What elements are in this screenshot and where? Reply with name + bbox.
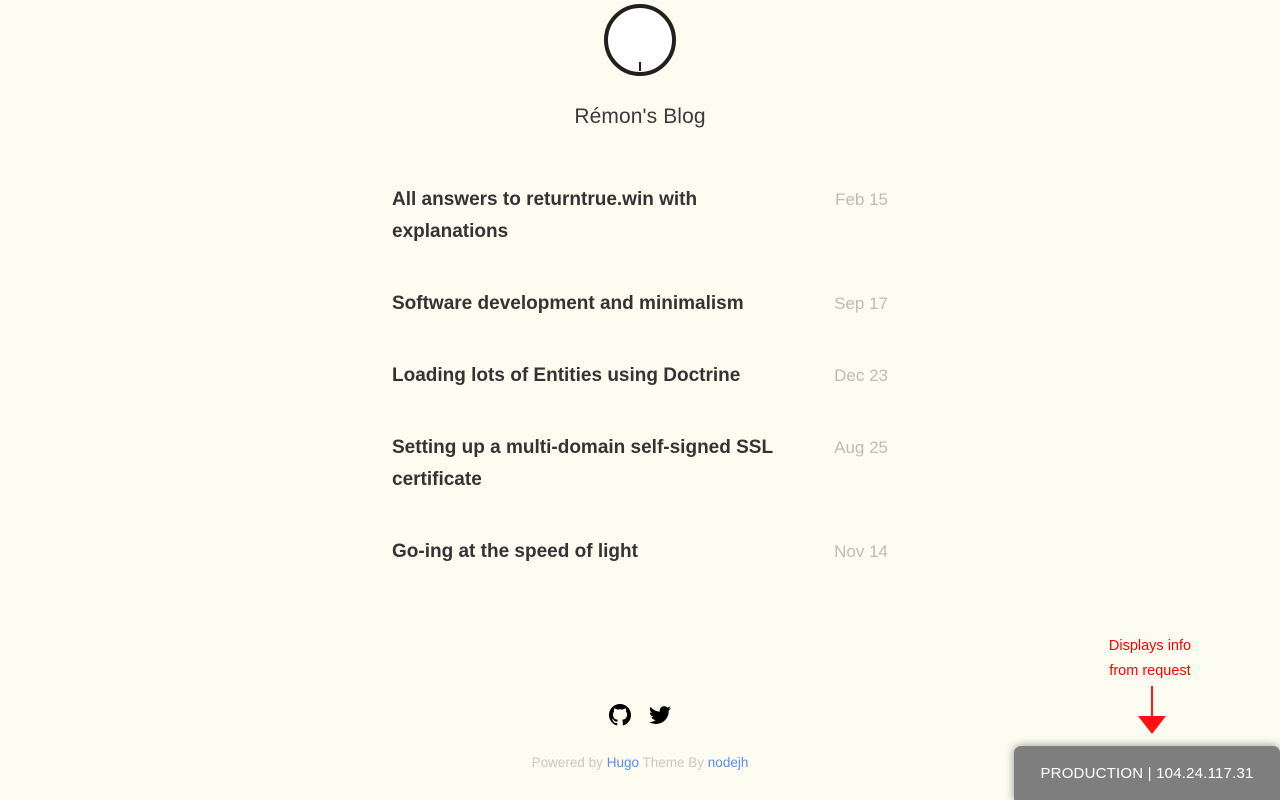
theme-author-link[interactable]: nodejh (708, 755, 749, 770)
list-item[interactable]: Setting up a multi-domain self-signed SS… (392, 432, 888, 496)
list-item[interactable]: Software development and minimalism Sep … (392, 288, 888, 320)
list-item[interactable]: Loading lots of Entities using Doctrine … (392, 360, 888, 392)
annotation-callout: Displays info from request (1090, 634, 1210, 684)
post-date: Sep 17 (834, 294, 888, 314)
post-list: All answers to returntrue.win with expla… (392, 129, 888, 568)
site-header: Rémon's Blog (0, 0, 1280, 129)
annotation-line-2: from request (1109, 663, 1191, 679)
post-title[interactable]: Go-ing at the speed of light (392, 536, 638, 568)
post-title[interactable]: Software development and minimalism (392, 288, 744, 320)
github-icon[interactable] (609, 704, 631, 726)
post-date: Nov 14 (834, 542, 888, 562)
avatar[interactable] (600, 4, 680, 84)
site-title: Rémon's Blog (574, 105, 706, 128)
post-title[interactable]: All answers to returntrue.win with expla… (392, 184, 792, 248)
list-item[interactable]: All answers to returntrue.win with expla… (392, 184, 888, 248)
env-badge-text: PRODUCTION | 104.24.117.31 (1040, 764, 1254, 782)
social-links (0, 704, 1280, 726)
twitter-icon[interactable] (649, 704, 671, 726)
circle-avatar-icon (604, 4, 676, 76)
annotation-line-1: Displays info (1108, 638, 1192, 654)
powered-by-label: Powered by (531, 755, 603, 770)
theme-by-label: Theme By (642, 755, 705, 770)
post-title[interactable]: Loading lots of Entities using Doctrine (392, 360, 740, 392)
post-title[interactable]: Setting up a multi-domain self-signed SS… (392, 432, 792, 496)
post-date: Feb 15 (835, 190, 888, 210)
list-item[interactable]: Go-ing at the speed of light Nov 14 (392, 536, 888, 568)
hugo-link[interactable]: Hugo (607, 755, 639, 770)
post-date: Dec 23 (834, 366, 888, 386)
status-badge[interactable]: PRODUCTION | 104.24.117.31 (1014, 746, 1280, 800)
post-date: Aug 25 (834, 438, 888, 458)
avatar-tick-mark (639, 62, 641, 71)
